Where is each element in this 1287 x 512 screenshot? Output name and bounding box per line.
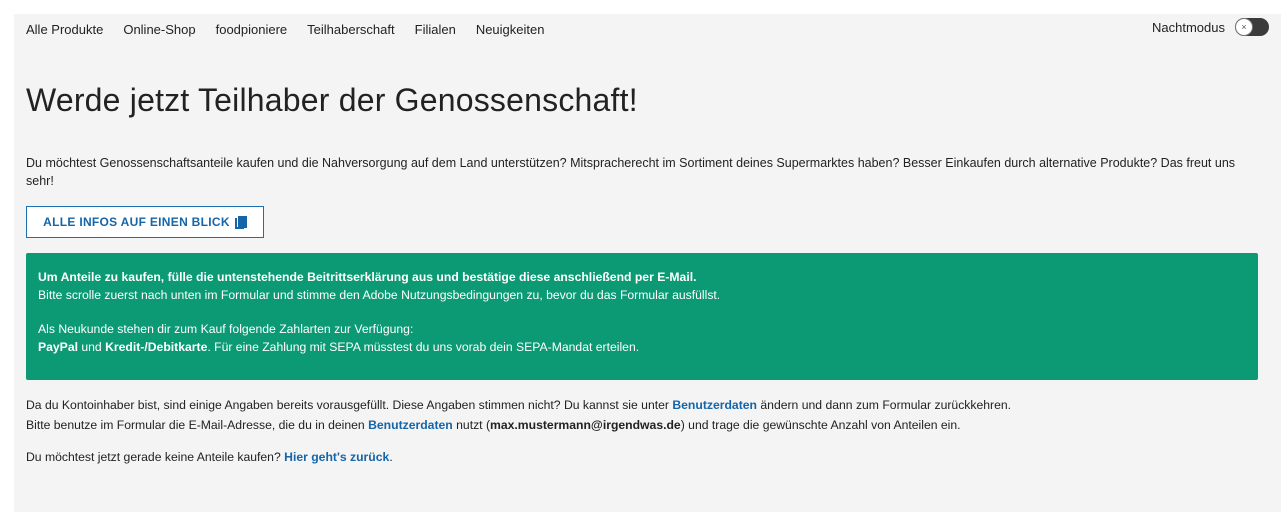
- text-segment: .: [389, 450, 393, 464]
- nav-item-filialen[interactable]: Filialen: [415, 22, 456, 37]
- text-segment: Bitte benutze im Formular die E-Mail-Adr…: [26, 418, 369, 432]
- text-segment: Da du Kontoinhaber bist, sind einige Ang…: [26, 398, 673, 412]
- text-segment: Du möchtest jetzt gerade keine Anteile k…: [26, 450, 285, 464]
- close-icon: ×: [1235, 18, 1253, 36]
- all-infos-button-label: ALLE INFOS AUF EINEN BLICK: [43, 215, 230, 229]
- benutzerdaten-link-2[interactable]: Benutzerdaten: [368, 418, 453, 432]
- intro-text: Du möchtest Genossenschaftsanteile kaufe…: [26, 156, 1236, 188]
- nightmode-control: Nachtmodus ×: [1152, 18, 1269, 36]
- top-navigation: Alle Produkte Online-Shop foodpioniere T…: [26, 18, 1269, 40]
- payment-connector: und: [77, 340, 106, 354]
- notice-line-scroll: Bitte scrolle zuerst nach unten im Formu…: [38, 288, 721, 302]
- account-paragraph-3: Du möchtest jetzt gerade keine Anteile k…: [26, 447, 1266, 467]
- notice-line-payment-intro: Als Neukunde stehen dir zum Kauf folgend…: [38, 322, 414, 336]
- account-paragraph-1: Da du Kontoinhaber bist, sind einige Ang…: [26, 395, 1266, 415]
- all-infos-button[interactable]: ALLE INFOS AUF EINEN BLICK: [26, 206, 264, 238]
- back-link[interactable]: Hier geht's zurück: [284, 450, 389, 464]
- notice-line-payment-methods: PayPal und Kredit-/Debitkarte. Für eine …: [38, 338, 1246, 356]
- nav-item-teilhaberschaft[interactable]: Teilhaberschaft: [307, 22, 394, 37]
- nav-item-online-shop[interactable]: Online-Shop: [123, 22, 195, 37]
- text-segment: ) und trage die gewünschte Anzahl von An…: [680, 418, 961, 432]
- benutzerdaten-link[interactable]: Benutzerdaten: [672, 398, 757, 412]
- text-segment: ändern und dann zum Formular zurückkehre…: [757, 398, 1012, 412]
- payment-sepa-text: . Für eine Zahlung mit SEPA müsstest du …: [207, 340, 640, 354]
- nav-item-foodpioniere[interactable]: foodpioniere: [216, 22, 288, 37]
- nightmode-label: Nachtmodus: [1152, 19, 1225, 35]
- account-info-text: Da du Kontoinhaber bist, sind einige Ang…: [26, 395, 1266, 467]
- page-container: Alle Produkte Online-Shop foodpioniere T…: [14, 14, 1281, 512]
- nightmode-toggle[interactable]: ×: [1235, 18, 1269, 36]
- document-icon: [234, 216, 247, 229]
- account-paragraph-2: Bitte benutze im Formular die E-Mail-Adr…: [26, 415, 1266, 435]
- payment-paypal: PayPal: [38, 340, 78, 354]
- payment-card: Kredit-/Debitkarte: [105, 340, 208, 354]
- page-title: Werde jetzt Teilhaber der Genossenschaft…: [26, 82, 638, 118]
- user-email: max.mustermann@irgendwas.de: [490, 418, 681, 432]
- text-segment: nutzt (: [452, 418, 491, 432]
- nav-item-alle-produkte[interactable]: Alle Produkte: [26, 22, 103, 37]
- notice-headline: Um Anteile zu kaufen, fülle die untenste…: [38, 270, 697, 284]
- info-notice-box: Um Anteile zu kaufen, fülle die untenste…: [26, 253, 1258, 380]
- nav-item-neuigkeiten[interactable]: Neuigkeiten: [476, 22, 545, 37]
